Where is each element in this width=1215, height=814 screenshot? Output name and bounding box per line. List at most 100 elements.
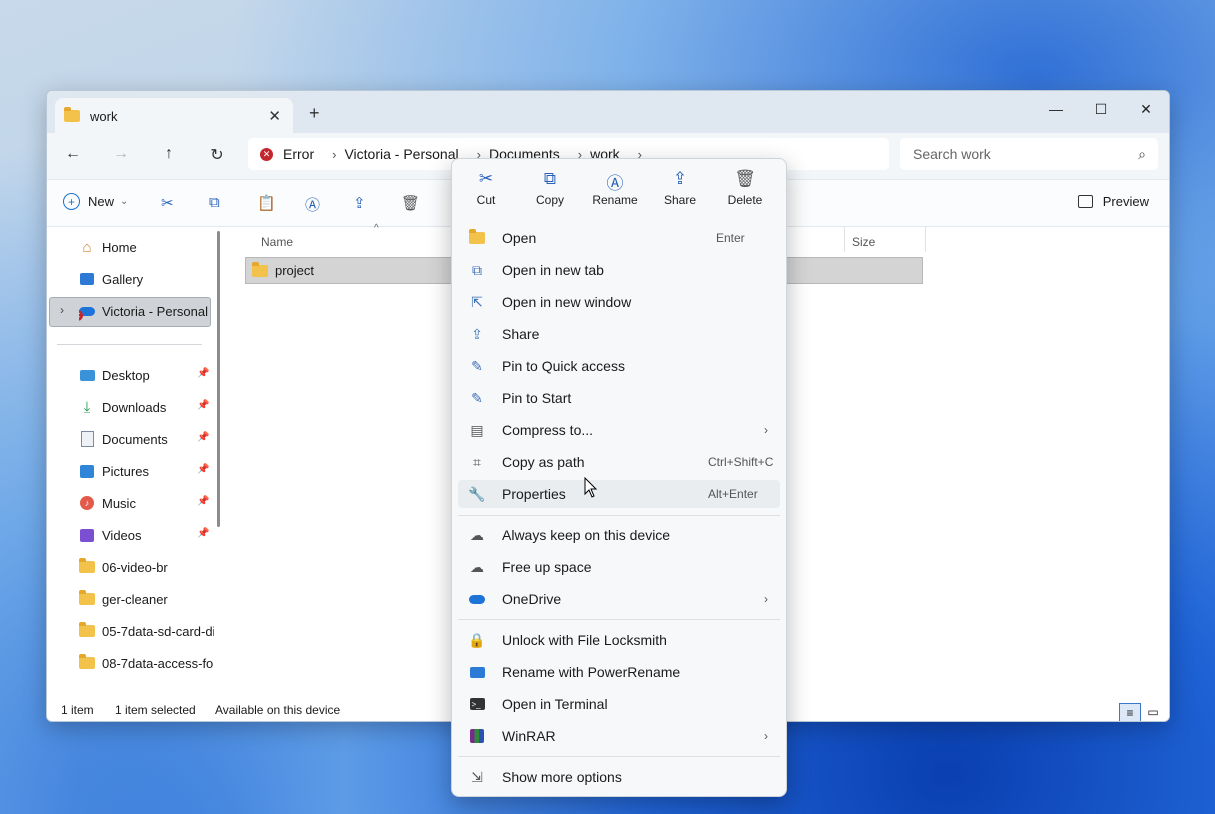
sidebar-item-label: Home xyxy=(102,239,137,255)
menu-item-label: Pin to Quick access xyxy=(502,358,625,374)
gallery-icon xyxy=(79,271,95,287)
menu-item-share[interactable]: ⇪ Share xyxy=(458,320,780,348)
menu-item-label: Properties xyxy=(502,486,566,502)
tab-work[interactable]: work ✕ xyxy=(55,98,293,134)
paste-icon[interactable]: 📋 xyxy=(257,194,276,212)
menu-item-open-new-window[interactable]: ⇱ Open in new window xyxy=(458,288,780,316)
search-icon[interactable]: ⌕ xyxy=(1138,146,1146,163)
up-button[interactable]: ↑ xyxy=(157,145,181,163)
share-icon: ⇪ xyxy=(471,325,483,342)
zip-folder-icon: ▤ xyxy=(470,421,484,438)
menu-item-free-up-space[interactable]: ☁ Free up space xyxy=(458,553,780,581)
menu-item-show-more-options[interactable]: ⇲ Show more options xyxy=(458,763,780,791)
pin-icon: 📌 xyxy=(197,400,210,411)
file-name: project xyxy=(275,263,315,278)
refresh-button[interactable]: ↻ xyxy=(205,145,229,165)
sidebar-item-home[interactable]: ⌂ Home xyxy=(79,237,214,257)
sidebar-item-documents[interactable]: Documents xyxy=(79,429,214,449)
sidebar-scrollbar[interactable] xyxy=(217,231,220,527)
expand-chevron-icon[interactable]: › xyxy=(60,303,64,317)
sidebar-item-music[interactable]: ♪ Music xyxy=(79,493,214,513)
menu-item-label: Open xyxy=(502,230,537,246)
menu-item-compress[interactable]: ▤ Compress to... › xyxy=(458,416,780,444)
sidebar-item-videos[interactable]: Videos xyxy=(79,525,214,545)
folder-open-icon xyxy=(468,229,486,247)
menu-item-open-terminal[interactable]: >_ Open in Terminal xyxy=(458,690,780,718)
menu-item-copy-as-path[interactable]: ⌗ Copy as path Ctrl+Shift+C xyxy=(458,448,780,476)
preview-button[interactable]: Preview xyxy=(1077,194,1149,209)
sidebar-item-label: ger-cleaner xyxy=(102,591,168,607)
menu-shortcut: Ctrl+Shift+C xyxy=(708,455,774,469)
context-rename-button[interactable]: Ⓐ Rename xyxy=(585,169,645,207)
delete-icon[interactable]: 🗑 xyxy=(401,194,420,212)
chevron-right-icon: › xyxy=(764,729,768,743)
sidebar-item-folder[interactable]: 08-7data-access-fold xyxy=(79,653,214,673)
context-cut-button[interactable]: ✂ Cut xyxy=(456,169,516,207)
tiles-view-icon[interactable]: ▭ xyxy=(1143,703,1163,721)
onedrive-icon xyxy=(468,590,486,608)
cut-icon[interactable]: ✂ xyxy=(161,194,174,212)
menu-item-pin-quick-access[interactable]: ✎ Pin to Quick access xyxy=(458,352,780,380)
search-box[interactable]: Search work ⌕ xyxy=(900,138,1158,170)
menu-item-open-new-tab[interactable]: ⧉ Open in new tab xyxy=(458,256,780,284)
cloud-icon: ☁ xyxy=(470,558,484,575)
breadcrumb-victoria[interactable]: Victoria - Personal xyxy=(344,146,458,162)
pin-icon: 📌 xyxy=(197,368,210,379)
minimize-button[interactable]: — xyxy=(1033,95,1079,123)
sidebar-item-label: Desktop xyxy=(102,367,150,383)
cut-icon: ✂ xyxy=(478,169,494,188)
context-delete-button[interactable]: 🗑 Delete xyxy=(715,169,775,207)
sidebar-item-folder[interactable]: 06-video-br xyxy=(79,557,214,577)
forward-button[interactable]: → xyxy=(109,145,133,163)
menu-item-power-rename[interactable]: Rename with PowerRename xyxy=(458,658,780,686)
new-tab-button[interactable]: + xyxy=(309,103,320,124)
sidebar-item-label: Documents xyxy=(102,431,168,447)
maximize-button[interactable]: ☐ xyxy=(1078,95,1124,123)
breadcrumb-error[interactable]: Error xyxy=(283,146,314,162)
menu-shortcut: Enter xyxy=(716,231,745,245)
back-button[interactable]: ← xyxy=(61,145,85,163)
sidebar-item-onedrive[interactable]: ✕ Victoria - Personal xyxy=(79,301,214,321)
column-separator[interactable] xyxy=(925,227,926,252)
menu-item-label: Show more options xyxy=(502,769,622,785)
sidebar-item-gallery[interactable]: Gallery xyxy=(79,269,214,289)
column-separator[interactable] xyxy=(844,227,845,252)
sidebar-item-downloads[interactable]: ⤓ Downloads xyxy=(79,397,214,417)
breadcrumb-separator[interactable]: › xyxy=(332,147,336,162)
folder-icon xyxy=(252,261,268,277)
menu-item-label: Unlock with File Locksmith xyxy=(502,632,667,648)
close-window-button[interactable]: ✕ xyxy=(1123,95,1169,123)
sidebar-item-pictures[interactable]: Pictures xyxy=(79,461,214,481)
menu-item-winrar[interactable]: WinRAR › xyxy=(458,722,780,750)
menu-item-file-locksmith[interactable]: 🔒 Unlock with File Locksmith xyxy=(458,626,780,654)
context-share-button[interactable]: ⇪ Share xyxy=(650,169,710,207)
copy-icon[interactable]: ⧉ xyxy=(209,194,220,211)
menu-item-always-keep[interactable]: ☁ Always keep on this device xyxy=(458,521,780,549)
sidebar-item-desktop[interactable]: Desktop xyxy=(79,365,214,385)
menu-item-pin-start[interactable]: ✎ Pin to Start xyxy=(458,384,780,412)
pin-icon: 📌 xyxy=(197,528,210,539)
sidebar-item-label: 08-7data-access-fold xyxy=(102,655,214,671)
sidebar-item-folder[interactable]: 05-7data-sd-card-dit xyxy=(79,621,214,641)
folder-icon xyxy=(64,107,80,122)
pin-icon: ✎ xyxy=(471,357,483,374)
item-count: 1 item xyxy=(61,703,94,717)
context-copy-button[interactable]: ⧉ Copy xyxy=(520,169,580,207)
search-placeholder[interactable]: Search work xyxy=(913,146,991,162)
share-icon: ⇪ xyxy=(672,169,688,188)
column-header-name[interactable]: Name xyxy=(261,235,293,249)
menu-item-open[interactable]: Open Enter xyxy=(458,224,780,252)
menu-item-properties[interactable]: 🔧 Properties Alt+Enter xyxy=(458,480,780,508)
share-icon[interactable]: ⇪ xyxy=(353,194,366,212)
menu-separator xyxy=(458,619,780,620)
details-view-icon[interactable]: ≡ xyxy=(1119,703,1141,721)
menu-item-onedrive[interactable]: OneDrive › xyxy=(458,585,780,613)
new-button[interactable]: + New ⌄ xyxy=(63,193,128,210)
rename-icon[interactable]: Ⓐ xyxy=(305,194,320,215)
sidebar-item-label: Downloads xyxy=(102,399,167,415)
mouse-cursor-icon xyxy=(584,477,598,498)
sidebar-item-folder[interactable]: ger-cleaner xyxy=(79,589,214,609)
column-header-size[interactable]: Size xyxy=(852,235,875,249)
menu-item-label: Rename with PowerRename xyxy=(502,664,681,680)
close-tab-icon[interactable]: ✕ xyxy=(268,107,281,125)
